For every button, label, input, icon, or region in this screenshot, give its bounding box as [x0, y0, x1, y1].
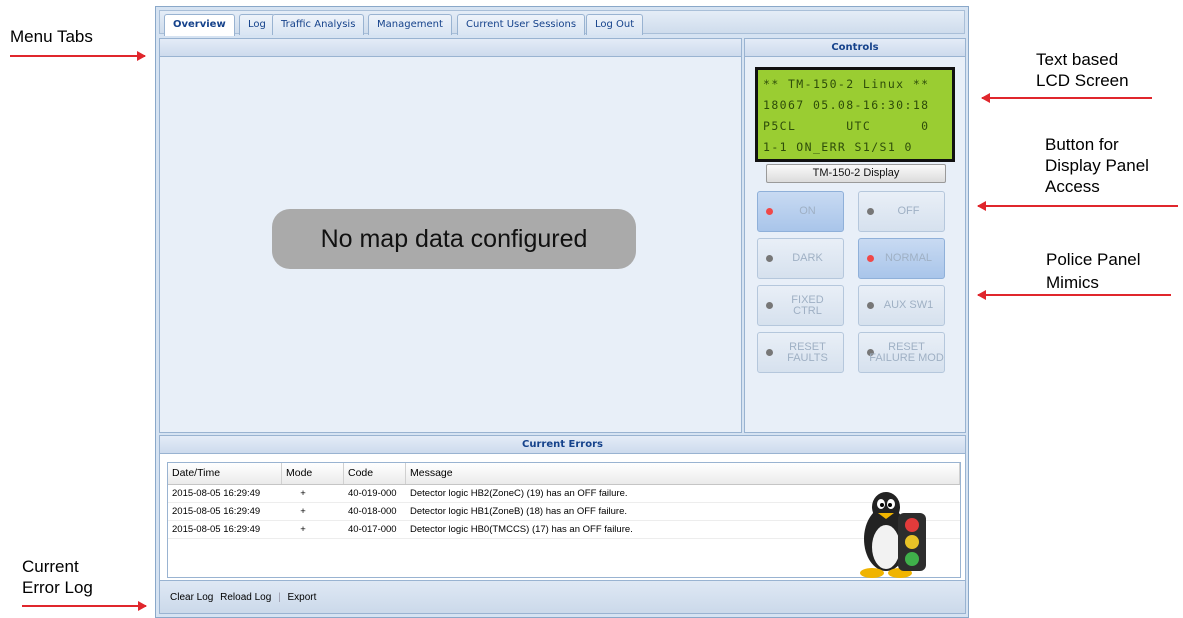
- cell-datetime: 2015-08-05 16:29:49: [172, 488, 261, 499]
- table-row[interactable]: 2015-08-05 16:29:49 + 40-017-000 Detecto…: [168, 521, 960, 539]
- tab-current-user-sessions[interactable]: Current User Sessions: [457, 14, 586, 35]
- cell-datetime: 2015-08-05 16:29:49: [172, 524, 261, 535]
- reset-faults-line2: FAULTS: [787, 351, 828, 364]
- lcd-line-3: P5CL UTC 0: [763, 119, 930, 133]
- tab-overview[interactable]: Overview: [164, 14, 235, 36]
- cell-datetime: 2015-08-05 16:29:49: [172, 506, 261, 517]
- cell-code: 40-017-000: [348, 524, 397, 535]
- export-button[interactable]: Export: [287, 592, 316, 603]
- annotation-display-btn-line1: Button for: [1045, 135, 1119, 154]
- annotation-arrow-error-log: [22, 601, 147, 611]
- cell-mode: +: [300, 506, 306, 517]
- menu-tabs: Overview Log Traffic Analysis Management…: [159, 10, 965, 36]
- annotation-display-btn-line3: Access: [1045, 177, 1100, 196]
- cell-code: 40-019-000: [348, 488, 397, 499]
- off-button[interactable]: OFF: [858, 191, 945, 232]
- dark-button[interactable]: DARK: [757, 238, 844, 279]
- normal-button-label: NORMAL: [884, 252, 933, 264]
- annotation-police-line2: Mimics: [1046, 273, 1099, 292]
- annotation-arrow-display-btn: [977, 201, 1178, 211]
- column-header-mode[interactable]: Mode: [282, 463, 344, 484]
- map-panel: No map data configured: [159, 38, 742, 433]
- on-button-label: ON: [799, 205, 816, 217]
- reload-log-button[interactable]: Reload Log: [220, 592, 271, 603]
- current-errors-title: Current Errors: [160, 436, 965, 454]
- normal-button[interactable]: NORMAL: [858, 238, 945, 279]
- reset-failure-mod-button-label: RESET FAILURE MOD: [869, 333, 944, 372]
- annotation-arrow-menu-tabs: [10, 51, 146, 61]
- on-button[interactable]: ON: [757, 191, 844, 232]
- errors-grid: Date/Time Mode Code Message 2015-08-05 1…: [167, 462, 961, 578]
- current-errors-panel: Current Errors Date/Time Mode Code Messa…: [159, 435, 966, 614]
- lcd-line-4: 1-1 ON_ERR S1/S1 0: [763, 140, 913, 154]
- reset-failure-mod-line2: FAILURE MOD: [869, 351, 944, 364]
- tab-traffic-analysis[interactable]: Traffic Analysis: [272, 14, 365, 35]
- fixed-ctrl-button-label: FIXED CTRL: [772, 286, 843, 325]
- annotation-error-log-line2: Error Log: [22, 578, 93, 597]
- annotation-arrow-police: [977, 290, 1171, 300]
- tab-management[interactable]: Management: [368, 14, 452, 35]
- dark-button-label: DARK: [792, 252, 823, 264]
- table-row[interactable]: 2015-08-05 16:29:49 + 40-019-000 Detecto…: [168, 485, 960, 503]
- lcd-line-2: 18067 05.08-16:30:18: [763, 98, 930, 112]
- tab-log-out[interactable]: Log Out: [586, 14, 644, 35]
- lcd-screen: ** TM-150-2 Linux ** 18067 05.08-16:30:18…: [755, 67, 955, 162]
- reset-failure-mod-button[interactable]: RESET FAILURE MOD: [858, 332, 945, 373]
- column-header-message[interactable]: Message: [406, 463, 960, 484]
- annotation-display-btn-line2: Display Panel: [1045, 156, 1149, 175]
- map-empty-message: No map data configured: [272, 209, 636, 269]
- column-header-datetime[interactable]: Date/Time: [168, 463, 282, 484]
- annotation-error-log-line1: Current: [22, 557, 79, 576]
- clear-log-button[interactable]: Clear Log: [170, 592, 213, 603]
- cell-mode: +: [300, 524, 306, 535]
- reset-faults-button-label: RESET FAULTS: [772, 333, 843, 372]
- table-row[interactable]: 2015-08-05 16:29:49 + 40-018-000 Detecto…: [168, 503, 960, 521]
- annotation-arrow-lcd: [981, 93, 1152, 103]
- toolbar-separator: |: [278, 592, 281, 603]
- annotation-police-line1: Police Panel: [1046, 250, 1141, 269]
- aux-sw1-button-label: AUX SW1: [883, 299, 934, 311]
- display-panel-button[interactable]: TM-150-2 Display: [766, 164, 946, 183]
- controls-title: Controls: [745, 39, 965, 57]
- annotation-lcd-line2: LCD Screen: [1036, 71, 1129, 90]
- errors-grid-header: Date/Time Mode Code Message: [168, 463, 960, 485]
- controls-panel: Controls ** TM-150-2 Linux ** 18067 05.08…: [744, 38, 966, 433]
- cell-mode: +: [300, 488, 306, 499]
- fixed-ctrl-button[interactable]: FIXED CTRL: [757, 285, 844, 326]
- annotation-lcd-line1: Text based: [1036, 50, 1119, 69]
- map-panel-header: [160, 39, 741, 57]
- annotation-menu-tabs: Menu Tabs: [10, 27, 93, 46]
- tab-log[interactable]: Log: [239, 14, 275, 35]
- off-button-label: OFF: [897, 205, 920, 217]
- reset-faults-button[interactable]: RESET FAULTS: [757, 332, 844, 373]
- column-header-code[interactable]: Code: [344, 463, 406, 484]
- lcd-line-1: ** TM-150-2 Linux **: [763, 77, 930, 91]
- fixed-ctrl-line2: CTRL: [793, 304, 822, 317]
- aux-sw1-button[interactable]: AUX SW1: [858, 285, 945, 326]
- cell-code: 40-018-000: [348, 506, 397, 517]
- errors-toolbar: Clear Log Reload Log | Export: [160, 580, 965, 613]
- app-window: Overview Log Traffic Analysis Management…: [155, 6, 969, 618]
- tux-traffic-light-logo-icon: [860, 492, 926, 578]
